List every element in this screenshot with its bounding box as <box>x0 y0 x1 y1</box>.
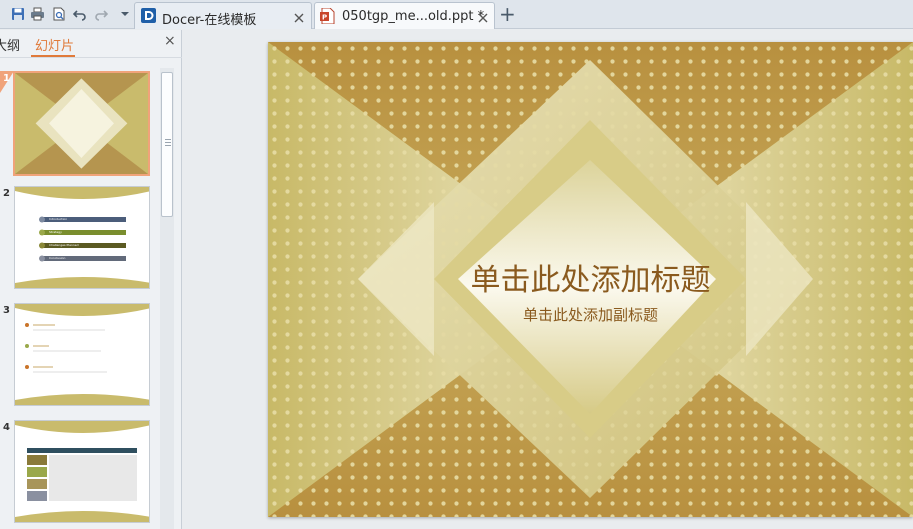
slide-preview <box>13 71 150 176</box>
slide-preview <box>14 420 150 523</box>
close-icon[interactable] <box>477 9 491 23</box>
print-preview-icon[interactable] <box>50 5 67 22</box>
slide-number: 1 <box>3 73 10 84</box>
slide-title[interactable]: 单击此处添加标题 <box>268 255 913 299</box>
slide-number: 4 <box>3 422 10 433</box>
thumbnail-scrollbar[interactable] <box>160 68 174 529</box>
tab-title: Docer-在线模板 <box>162 13 257 28</box>
panel-close-button[interactable]: × <box>164 33 176 49</box>
new-tab-button[interactable]: + <box>499 2 516 26</box>
panel-tabs: 大纲 幻灯片 × <box>0 30 182 58</box>
chevron-down-icon[interactable] <box>116 5 133 22</box>
tab-outline[interactable]: 大纲 <box>0 35 20 54</box>
thumb-item: Strategy <box>49 230 62 234</box>
slide-canvas[interactable]: 单击此处添加标题 单击此处添加副标题 <box>268 42 913 517</box>
docer-icon <box>141 8 156 23</box>
tab-presentation[interactable]: P 050tgp_me...old.ppt * <box>314 2 495 29</box>
scrollbar-thumb[interactable] <box>161 72 173 217</box>
slide-number: 3 <box>3 305 10 316</box>
thumbnail-list: 1 2 Introduction Strategy Challenges Pla… <box>0 66 160 529</box>
svg-text:P: P <box>322 14 327 22</box>
close-icon[interactable] <box>293 9 307 23</box>
thumb-item: Introduction <box>49 217 68 221</box>
tab-docer[interactable]: Docer-在线模板 <box>134 2 312 29</box>
slide-thumbnail-1[interactable]: 1 <box>0 71 160 179</box>
slide-preview <box>14 303 150 406</box>
undo-icon[interactable] <box>71 5 88 22</box>
tab-title: 050tgp_me...old.ppt * <box>342 9 485 24</box>
slides-panel: 大纲 幻灯片 × 1 2 Introduction Strategy Chall… <box>0 30 182 529</box>
slide-preview: Introduction Strategy Challenges Planned… <box>14 186 150 289</box>
tab-slides[interactable]: 幻灯片 <box>35 35 74 54</box>
slide-thumbnail-3[interactable]: 3 <box>0 303 160 407</box>
thumb-item: Conclusion <box>49 256 66 260</box>
slide-thumbnail-2[interactable]: 2 Introduction Strategy Challenges Plann… <box>0 186 160 290</box>
ppt-file-icon: P <box>320 7 335 25</box>
redo-icon[interactable] <box>92 5 109 22</box>
thumb-item: Challenges Planned <box>49 243 79 247</box>
slide-subtitle[interactable]: 单击此处添加副标题 <box>268 304 913 325</box>
active-tab-indicator <box>31 55 75 57</box>
title-bar: Docer-在线模板 P 050tgp_me...old.ppt * + <box>0 0 913 29</box>
print-icon[interactable] <box>29 5 46 22</box>
slide-thumbnail-4[interactable]: 4 <box>0 420 160 524</box>
save-icon[interactable] <box>9 5 26 22</box>
slide-number: 2 <box>3 188 10 199</box>
